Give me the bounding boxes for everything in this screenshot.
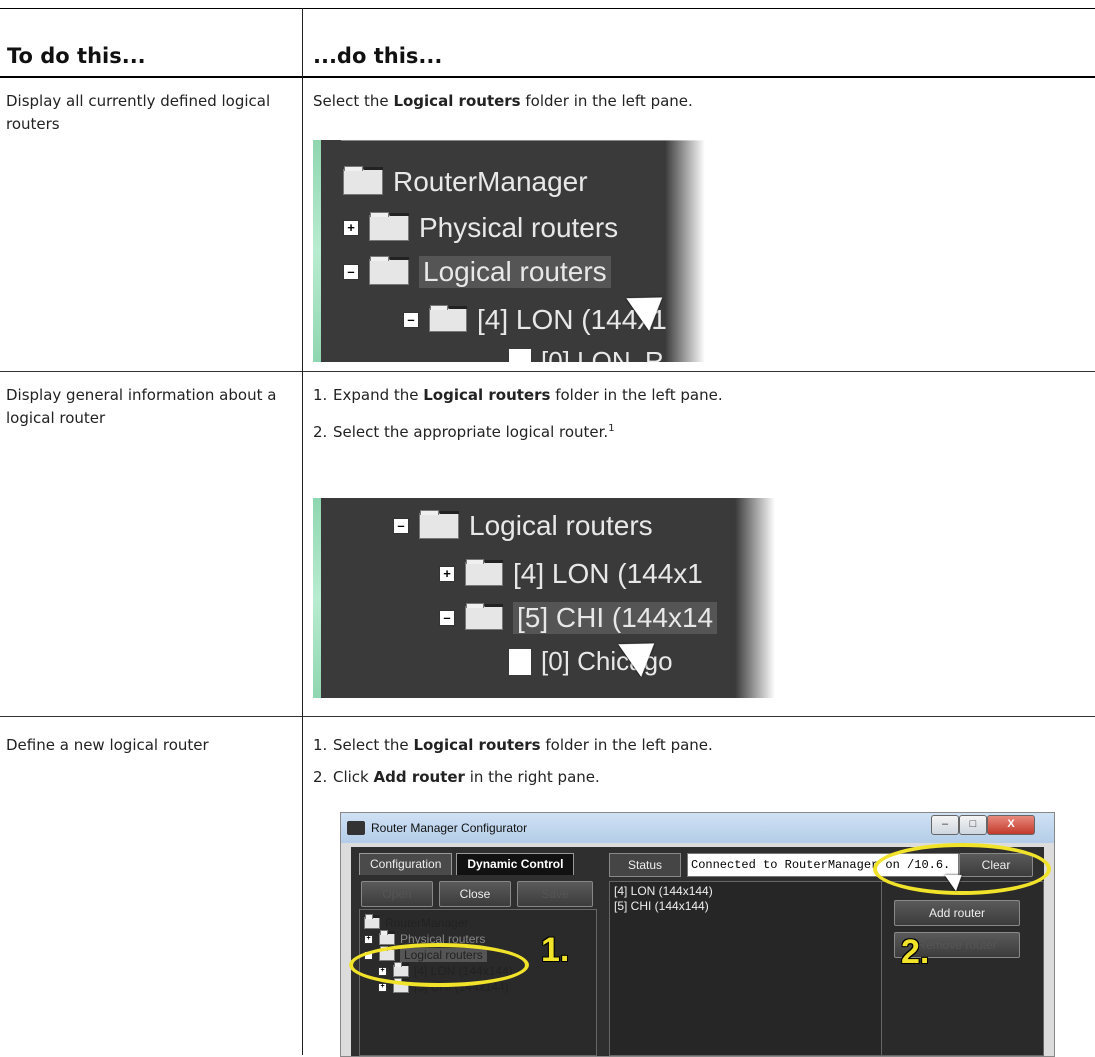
- expand-icon[interactable]: +: [364, 934, 373, 944]
- tree-item-root[interactable]: RouterManager: [364, 914, 469, 930]
- task-cell: Define a new logical router: [6, 736, 209, 754]
- step-text-bold: Add router: [373, 768, 465, 786]
- folder-icon: [465, 603, 503, 630]
- open-button[interactable]: Open: [361, 881, 433, 907]
- document-icon: [509, 348, 531, 362]
- row-divider: [0, 371, 1095, 372]
- tree-item-label-selected: Logical routers: [419, 256, 611, 288]
- edge-fade: [735, 498, 775, 698]
- tree-item-leaf: [0] LON_R: [509, 346, 664, 362]
- minimize-button[interactable]: –: [931, 815, 959, 835]
- folder-icon: [343, 166, 383, 195]
- callout-step-1: 1.: [541, 931, 570, 969]
- window-title: Router Manager Configurator: [371, 821, 528, 835]
- callout-step-2: 2.: [901, 933, 930, 971]
- step-text-bold: Logical routers: [393, 92, 521, 110]
- close-button[interactable]: Close: [439, 881, 511, 907]
- tab-configuration[interactable]: Configuration: [359, 853, 453, 875]
- collapse-icon: –: [403, 312, 419, 328]
- folder-icon: [429, 305, 467, 332]
- step-text-pre: Select the: [313, 92, 394, 110]
- tree-item-physical: + Physical routers: [343, 212, 618, 244]
- list-item[interactable]: [5] CHI (144x144): [614, 899, 882, 914]
- tree-item-logical: – Logical routers: [343, 256, 611, 288]
- step-text-bold: Logical routers: [423, 386, 551, 404]
- tab-bar: Configuration Dynamic Control: [359, 853, 578, 875]
- maximize-button[interactable]: □: [959, 815, 987, 835]
- tree-item-chi: – [5] CHI (144x14: [439, 602, 718, 634]
- highlight-ellipse: [349, 943, 529, 987]
- expand-icon[interactable]: +: [378, 982, 387, 992]
- window-edge-glow: [313, 498, 321, 698]
- window-edge-glow: [313, 140, 321, 362]
- footnote-marker: 1: [608, 423, 615, 434]
- close-window-button[interactable]: X: [987, 815, 1035, 835]
- tree-item-label: Logical routers: [469, 510, 653, 541]
- tree-item-label: [0] LON_R: [541, 346, 664, 362]
- tab-dynamic-control[interactable]: Dynamic Control: [456, 853, 575, 875]
- tree-screenshot-1: RouterManager + Physical routers – Logic…: [313, 140, 705, 362]
- tree-item-root: RouterManager: [343, 166, 588, 198]
- step-text-post: in the right pane.: [464, 768, 600, 786]
- step-text: Select the Logical routers folder in the…: [313, 90, 1083, 113]
- header-rule: [0, 76, 1095, 78]
- step-text-bold: Logical routers: [413, 736, 541, 754]
- collapse-icon: –: [439, 610, 455, 626]
- highlight-ellipse: [873, 843, 1051, 895]
- tree-item-label: RouterManager: [385, 916, 469, 930]
- table-header: [0, 0, 1095, 76]
- step-text-post: folder in the left pane.: [520, 92, 693, 110]
- step-number: 1.: [313, 736, 328, 754]
- step-text-pre: Click: [333, 768, 374, 786]
- step-1: 1. Expand the Logical routers folder in t…: [313, 384, 723, 406]
- step-number: 2.: [313, 423, 328, 441]
- procedure-table: To do this... ...do this... Display all …: [0, 0, 1095, 1057]
- row-divider: [0, 716, 1095, 717]
- app-icon: [347, 821, 365, 835]
- step-text-pre: Select the appropriate logical router.: [333, 423, 609, 441]
- task-cell: Display general information about a logi…: [6, 386, 277, 427]
- edge-fade: [665, 140, 705, 362]
- header-col-task: To do this...: [7, 44, 146, 68]
- column-divider: [302, 8, 303, 1055]
- tree-item-label-selected: [5] CHI (144x14: [513, 602, 718, 634]
- tree-border: [341, 140, 705, 141]
- step-2: 2. Click Add router in the right pane.: [313, 766, 600, 788]
- status-button[interactable]: Status: [609, 853, 681, 877]
- collapse-icon: –: [393, 518, 409, 534]
- step-text-post: folder in the left pane.: [540, 736, 713, 754]
- router-list: [4] LON (144x144) [5] CHI (144x144): [609, 881, 887, 1056]
- collapse-icon: –: [343, 264, 359, 280]
- step-text-pre: Select the: [333, 736, 414, 754]
- step-2: 2. Select the appropriate logical router.…: [313, 418, 615, 443]
- folder-icon: [369, 256, 409, 285]
- task-cell: Display all currently defined logical ro…: [6, 92, 271, 133]
- tree-screenshot-2: – Logical routers + [4] LON (144x1 – [5]…: [313, 498, 775, 698]
- save-button[interactable]: Save: [517, 881, 593, 907]
- router-manager-window: Router Manager Configurator – □ X Config…: [340, 812, 1055, 1057]
- step-number: 2.: [313, 768, 328, 786]
- tree-item-label: RouterManager: [393, 166, 588, 197]
- step-text-pre: Expand the: [333, 386, 424, 404]
- tree-item-lon: – [4] LON (144x1: [403, 304, 667, 336]
- folder-icon: [364, 914, 380, 929]
- tree-item-lon: + [4] LON (144x1: [439, 558, 703, 590]
- folder-icon: [369, 212, 409, 241]
- document-icon: [509, 648, 531, 675]
- folder-icon: [419, 510, 459, 539]
- step-1: 1. Select the Logical routers folder in t…: [313, 734, 713, 756]
- tree-item-label: [4] LON (144x1: [513, 558, 703, 589]
- table-top-rule: [0, 8, 1095, 9]
- expand-icon: +: [439, 566, 455, 582]
- tree-item-label: Physical routers: [419, 212, 619, 243]
- step-number: 1.: [313, 386, 328, 404]
- expand-icon: +: [343, 220, 359, 236]
- list-item[interactable]: [4] LON (144x144): [614, 884, 882, 899]
- step-text-post: folder in the left pane.: [550, 386, 723, 404]
- add-router-button[interactable]: Add router: [894, 900, 1020, 926]
- header-col-action: ...do this...: [313, 44, 443, 68]
- folder-icon: [379, 930, 395, 945]
- tree-item-logical: – Logical routers: [393, 510, 653, 542]
- folder-icon: [465, 559, 503, 586]
